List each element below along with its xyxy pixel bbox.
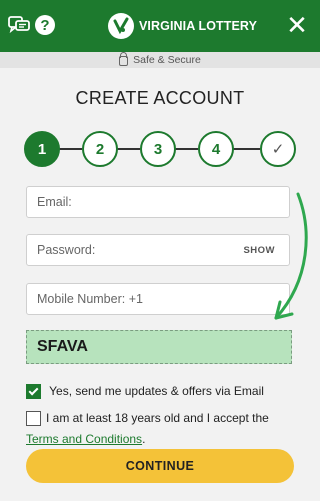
step-3: 3	[140, 131, 176, 167]
step-complete-check-icon: ✓	[260, 131, 296, 167]
step-connector	[174, 148, 198, 150]
continue-button[interactable]: CONTINUE	[26, 449, 294, 483]
annotation-arrow-icon	[274, 192, 308, 320]
page-title: CREATE ACCOUNT	[75, 88, 245, 108]
secure-banner: Safe & Secure	[0, 52, 320, 68]
age-terms-checkbox[interactable]	[26, 411, 41, 427]
help-icon[interactable]: ?	[35, 15, 55, 35]
age-terms-row: I am at least 18 years old and I accept …	[26, 408, 296, 450]
step-connector	[116, 148, 140, 150]
email-updates-checkbox[interactable]	[26, 384, 41, 400]
lock-icon	[119, 52, 129, 66]
virginia-lottery-logo: VIRGINIA LOTTERY	[108, 12, 257, 40]
logo-mark-icon	[108, 13, 134, 39]
age-terms-suffix: .	[142, 432, 146, 446]
terms-link[interactable]: Terms and Conditions	[26, 432, 142, 446]
step-connector	[58, 148, 82, 150]
step-4: 4	[198, 131, 234, 167]
close-icon[interactable]: ✕	[286, 12, 308, 38]
chat-bubbles-icon[interactable]	[8, 14, 30, 36]
step-indicator: 1 2 3 4 ✓	[24, 131, 296, 167]
secure-text: Safe & Secure	[133, 54, 201, 66]
email-updates-row: Yes, send me updates & offers via Email	[26, 384, 264, 400]
logo-text: VIRGINIA LOTTERY	[139, 19, 258, 33]
app-header: ? VIRGINIA LOTTERY ✕	[0, 0, 320, 52]
mobile-placeholder: Mobile Number: +1	[37, 292, 143, 306]
step-1: 1	[24, 131, 60, 167]
age-terms-label: I am at least 18 years old and I accept …	[46, 411, 269, 425]
step-connector	[232, 148, 260, 150]
step-2: 2	[82, 131, 118, 167]
email-updates-label: Yes, send me updates & offers via Email	[49, 384, 264, 398]
promo-code-value: SFAVA	[37, 338, 88, 355]
password-placeholder: Password:	[37, 243, 96, 257]
email-placeholder: Email:	[37, 195, 72, 209]
